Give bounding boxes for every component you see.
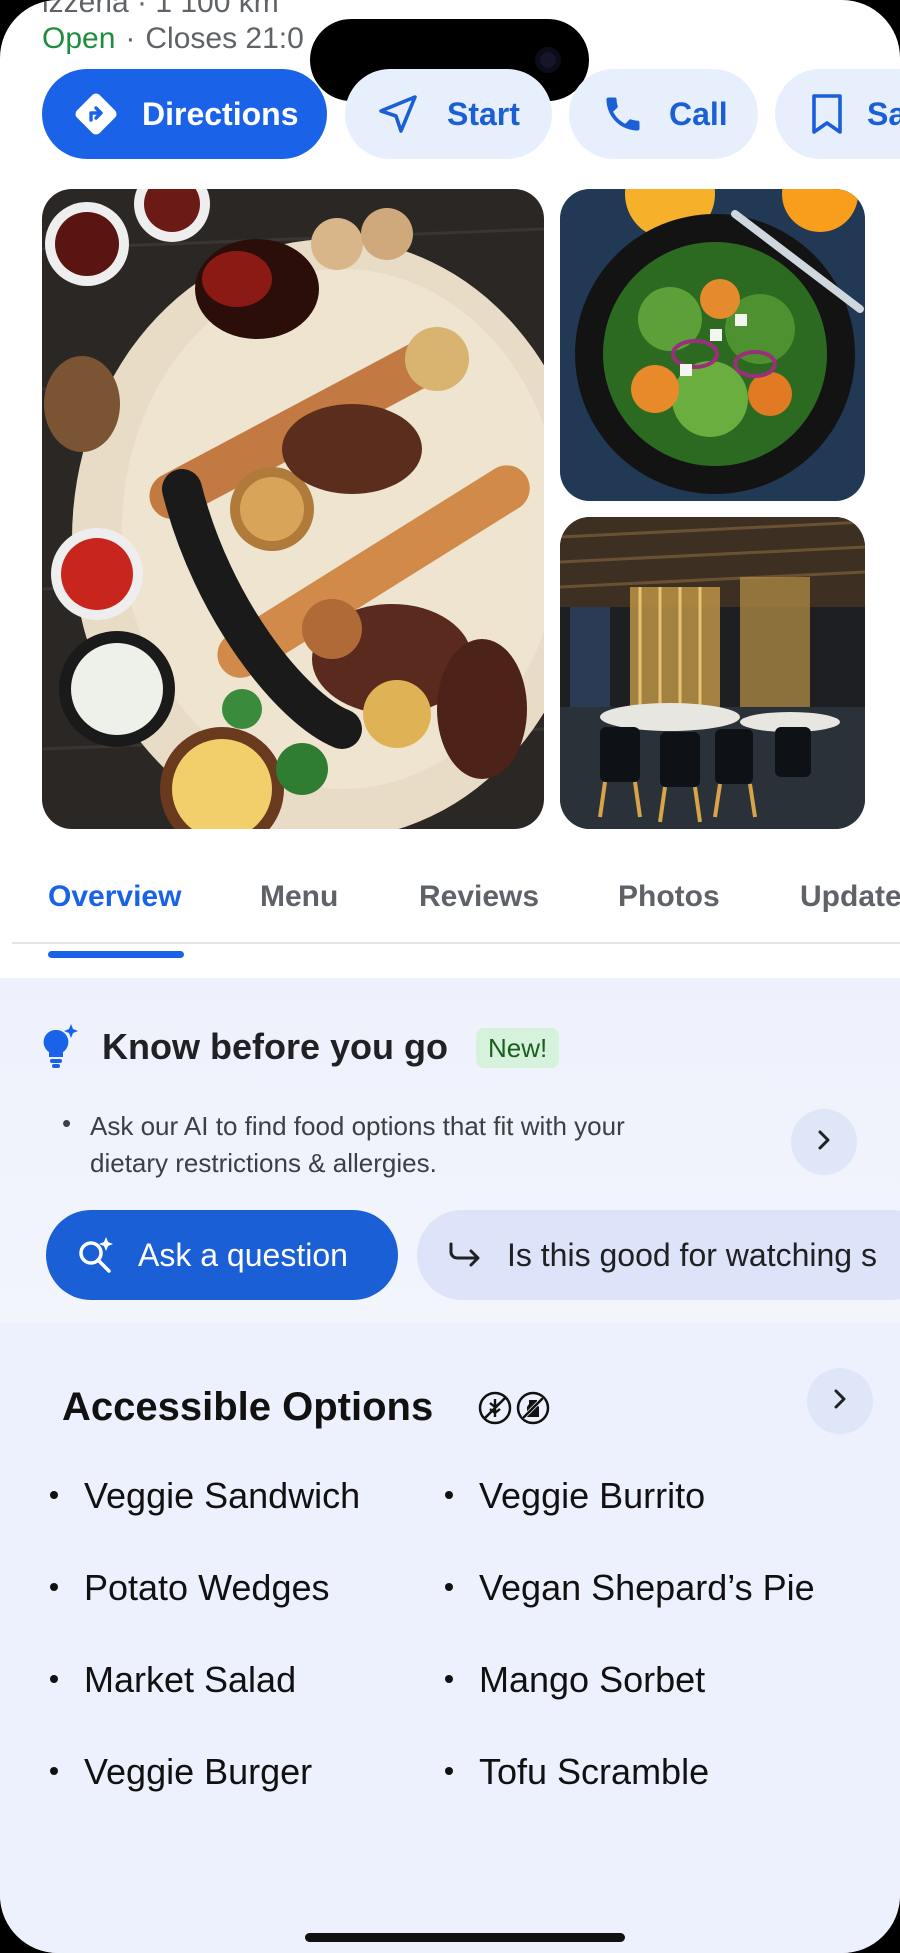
know-before-next-button[interactable] (791, 1109, 857, 1175)
list-item: Veggie Burrito (445, 1475, 705, 1517)
save-label: Sa (867, 95, 900, 132)
suggestion-arrow-icon (447, 1240, 483, 1270)
tab-reviews[interactable]: Reviews (419, 880, 539, 914)
ai-search-icon (76, 1235, 116, 1275)
salad-photo[interactable] (560, 189, 865, 501)
phone-icon (601, 92, 645, 136)
navigation-arrow-icon (377, 93, 419, 135)
home-indicator[interactable] (305, 1933, 625, 1942)
tab-photos[interactable]: Photos (618, 880, 720, 914)
closing-time: Closes 21:0 (145, 22, 304, 55)
new-badge: New! (476, 1028, 560, 1068)
chevron-right-icon (830, 1387, 850, 1416)
status-separator: · (125, 22, 136, 55)
grilled-platter-photo[interactable] (42, 189, 544, 829)
directions-label: Directions (142, 95, 299, 132)
action-chips: Directions Start Call Sa (42, 69, 900, 159)
bullet: • (62, 1108, 72, 1138)
tab-updates[interactable]: Update (800, 880, 900, 914)
ai-description: Ask our AI to find food options that fit… (90, 1111, 625, 1178)
dietary-icons (478, 1391, 550, 1430)
list-item: Veggie Burger (50, 1751, 312, 1793)
directions-button[interactable]: Directions (42, 69, 327, 159)
tab-menu[interactable]: Menu (260, 880, 338, 914)
accessible-options-section: Accessible Options Veggie Sandwich Veggi… (0, 1323, 900, 1953)
open-status: Open · Closes 21:0 (42, 22, 304, 56)
place-tabs: Overview Menu Reviews Photos Update (0, 852, 900, 942)
know-before-title: Know before you go (102, 1026, 448, 1067)
list-item: Potato Wedges (50, 1567, 330, 1609)
phone-screen: izzeria · 1 100 km Open · Closes 21:0 Dire… (0, 0, 900, 1953)
no-dairy-icon (516, 1391, 550, 1430)
call-label: Call (669, 95, 728, 132)
chevron-right-icon (814, 1128, 834, 1157)
tab-overview[interactable]: Overview (48, 880, 181, 914)
list-item: Mango Sorbet (445, 1659, 705, 1701)
directions-icon (72, 90, 120, 138)
start-button[interactable]: Start (345, 69, 552, 159)
accessible-options-next-button[interactable] (807, 1368, 873, 1434)
active-tab-indicator (48, 951, 184, 958)
ask-question-button[interactable]: Ask a question (46, 1210, 398, 1300)
place-category-partial: izzeria · 1 100 km (42, 0, 279, 19)
ask-question-label: Ask a question (138, 1236, 348, 1273)
list-item: Tofu Scramble (445, 1751, 709, 1793)
list-item: Market Salad (50, 1659, 296, 1701)
restaurant-interior-photo[interactable] (560, 517, 865, 829)
bookmark-icon (809, 92, 845, 136)
start-label: Start (447, 95, 520, 132)
no-gluten-icon (478, 1391, 512, 1430)
open-label: Open (42, 22, 116, 55)
suggested-question-label: Is this good for watching s (507, 1236, 877, 1273)
list-item: Vegan Shepard’s Pie (445, 1567, 815, 1609)
tabs-divider (12, 942, 900, 944)
accessible-options-title: Accessible Options (62, 1385, 434, 1429)
list-item: Veggie Sandwich (50, 1475, 360, 1517)
suggested-question-chip[interactable]: Is this good for watching s (417, 1210, 900, 1300)
know-before-you-go-card: Know before you go New! • Ask our AI to … (0, 978, 900, 1323)
call-button[interactable]: Call (569, 69, 758, 159)
save-button[interactable]: Sa (775, 69, 900, 159)
ai-lightbulb-icon (40, 1024, 80, 1075)
